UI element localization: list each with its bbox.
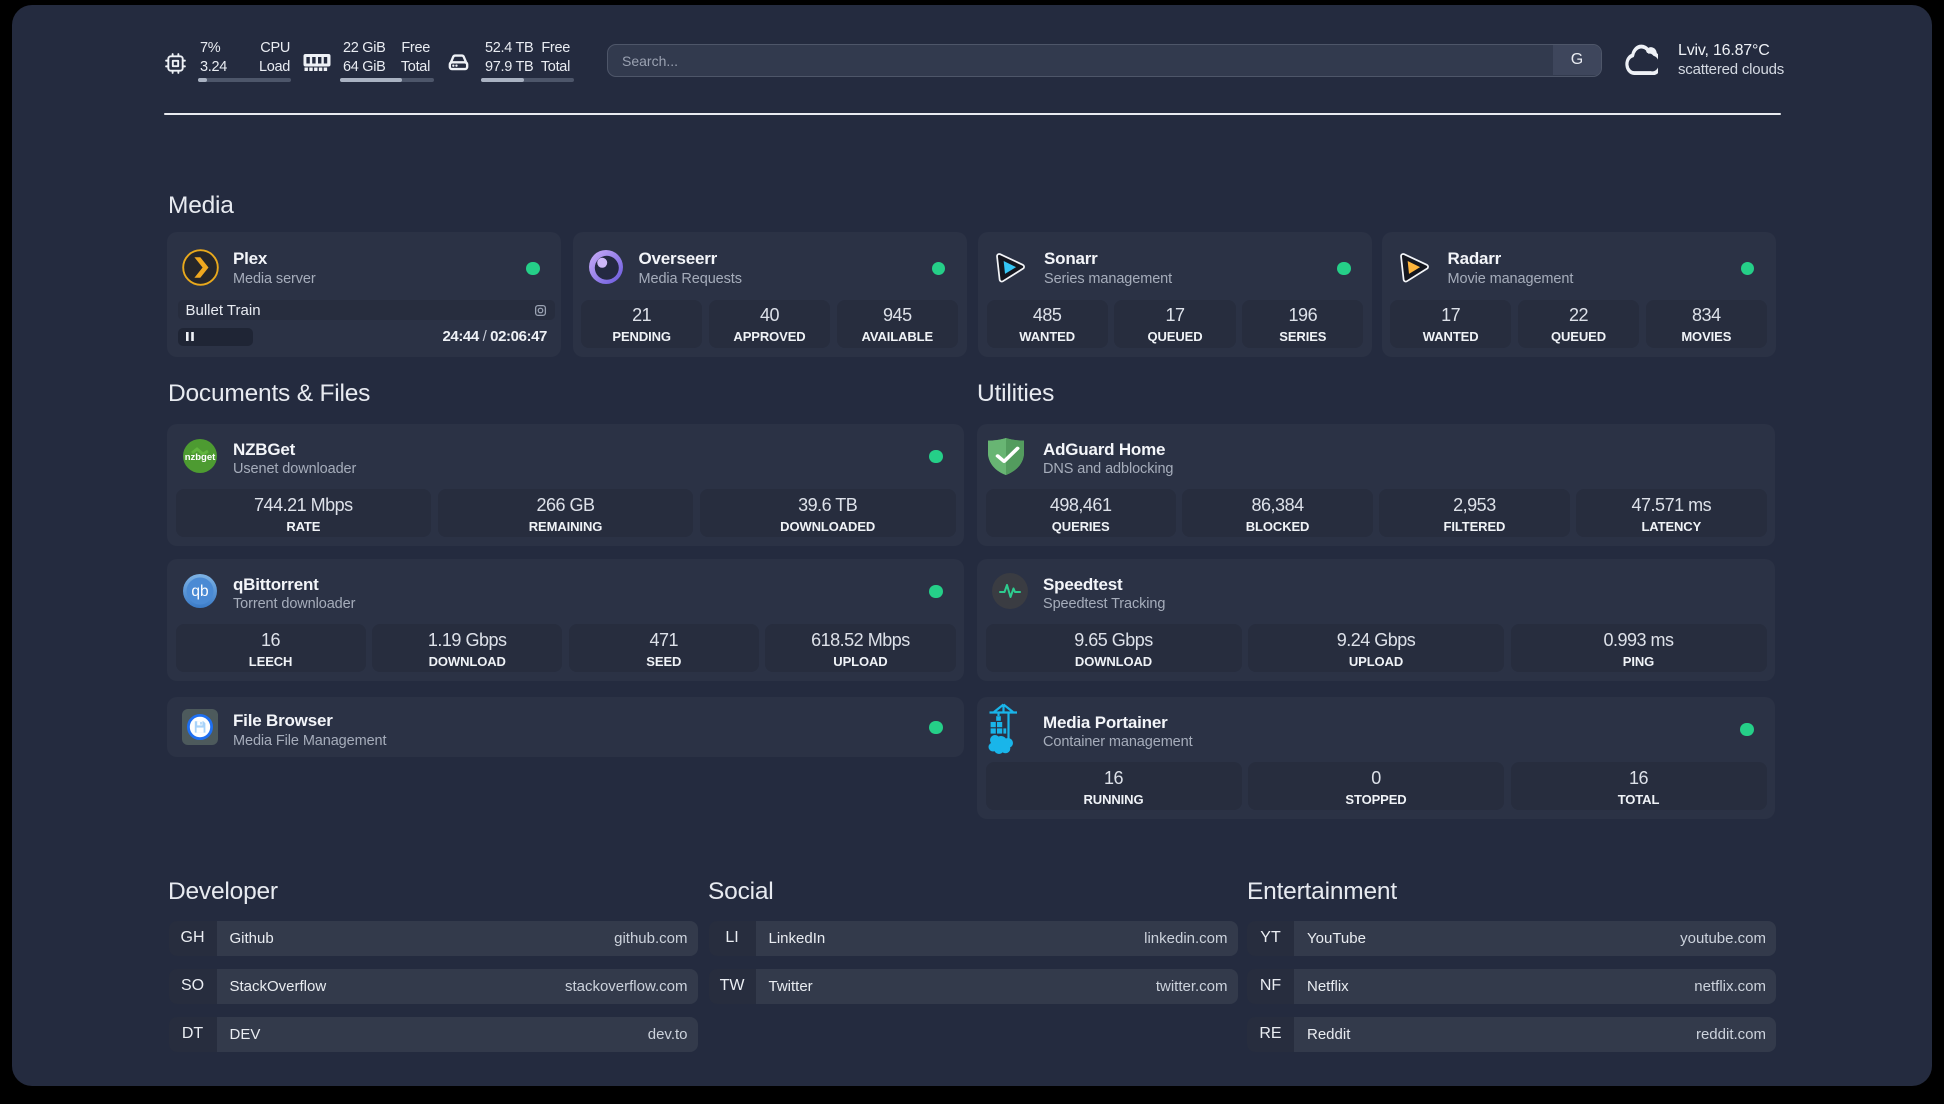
svg-text:qb: qb — [191, 583, 208, 600]
svg-text:nzbget: nzbget — [185, 452, 216, 463]
